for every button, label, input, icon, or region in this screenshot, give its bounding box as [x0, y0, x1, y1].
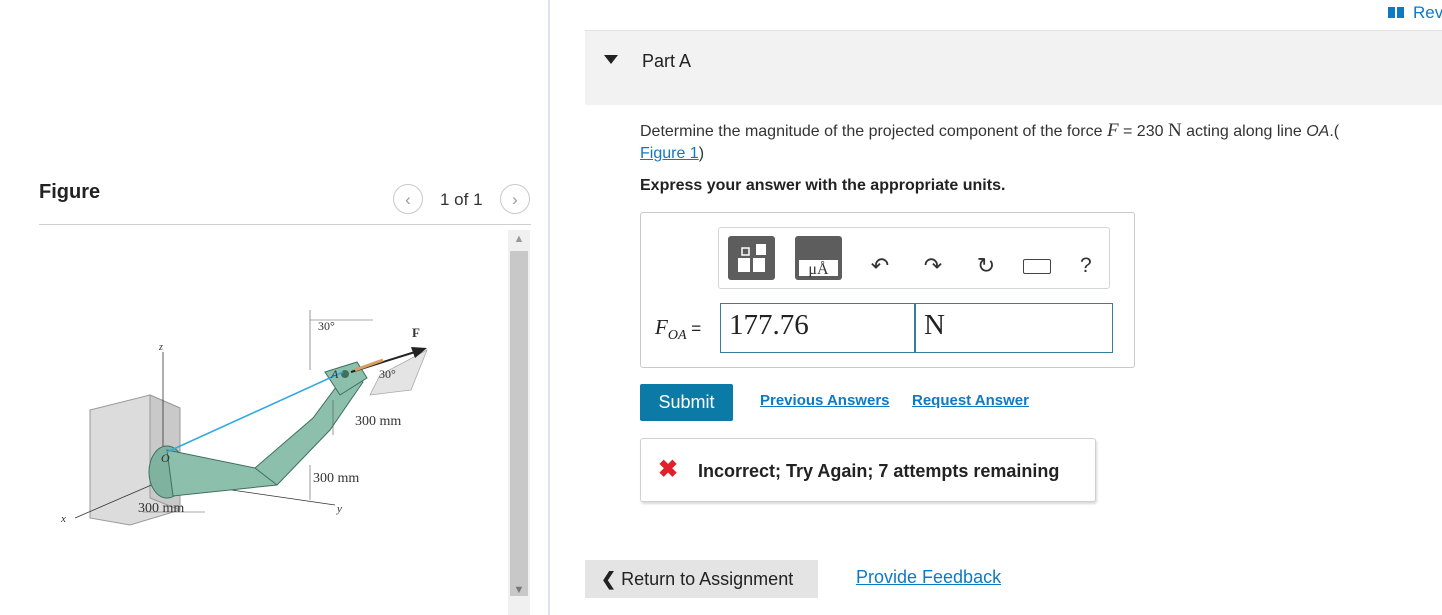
scroll-thumb[interactable] [510, 251, 528, 596]
units-button[interactable]: μÅ [795, 236, 842, 280]
angle-top-label: 30° [318, 319, 335, 333]
previous-answers-link[interactable]: Previous Answers [760, 392, 890, 409]
previous-figure-button[interactable]: ‹ [393, 184, 423, 214]
submit-button[interactable]: Submit [640, 384, 733, 421]
figure-scrollbar[interactable]: ▲ ▼ [508, 230, 530, 615]
figure-diagram: 30° 30° F 300 mm 300 mm 300 mm z x y A O [60, 310, 428, 526]
help-button[interactable]: ? [1080, 254, 1092, 278]
panel-divider [548, 0, 550, 615]
question-text: Determine the magnitude of the projected… [640, 120, 1340, 162]
point-a-label: A [330, 367, 339, 381]
dim-middle-label: 300 mm [313, 471, 359, 486]
chevron-left-icon: ‹ [405, 190, 411, 209]
figure-counter: 1 of 1 [440, 190, 483, 209]
axis-z-label: z [158, 342, 163, 353]
scroll-down-arrow-icon[interactable]: ▼ [508, 580, 530, 600]
axis-x-label: x [60, 513, 66, 525]
part-header[interactable] [585, 30, 1442, 105]
part-title: Part A [642, 51, 692, 71]
redo-icon[interactable]: ↷ [918, 253, 948, 279]
templates-icon [738, 244, 766, 272]
point-o-label: O [161, 451, 170, 465]
chevron-right-icon: › [512, 190, 518, 209]
answer-value-input[interactable]: 177.76 [720, 303, 915, 353]
dim-base-label: 300 mm [138, 501, 184, 516]
figure-title: Figure [39, 181, 101, 203]
reset-icon[interactable]: ↻ [971, 253, 1001, 279]
next-figure-button[interactable]: › [500, 184, 530, 214]
units-icon: μÅ [808, 260, 829, 278]
undo-icon[interactable]: ↶ [865, 253, 895, 279]
collapse-caret-icon[interactable] [604, 55, 618, 64]
request-answer-link[interactable]: Request Answer [912, 392, 1029, 409]
point-a-hole [341, 370, 349, 378]
force-symbol: F [1106, 120, 1119, 141]
angle-side-label: 30° [379, 367, 396, 381]
answer-unit-input[interactable]: N [915, 303, 1113, 353]
force-label: F [412, 325, 420, 340]
feedback-message: Incorrect; Try Again; 7 attempts remaini… [698, 461, 1060, 481]
chevron-left-icon: ❮ [601, 569, 617, 589]
provide-feedback-link[interactable]: Provide Feedback [856, 567, 1001, 588]
figure-divider [39, 224, 531, 225]
keyboard-icon[interactable] [1023, 259, 1051, 274]
figure-link[interactable]: Figure 1 [640, 145, 699, 162]
return-to-assignment-button[interactable]: ❮ Return to Assignment [585, 560, 818, 598]
answer-variable-label: FOA = [655, 315, 702, 344]
math-toolbar [718, 227, 1110, 289]
templates-button[interactable] [728, 236, 775, 280]
review-label: Rev [1413, 3, 1442, 22]
book-icon [1388, 7, 1404, 18]
dim-vertical-label: 300 mm [355, 414, 401, 429]
instruction-text: Express your answer with the appropriate… [640, 177, 1006, 194]
x-icon: ✖ [658, 456, 679, 483]
axis-y-label: y [336, 503, 342, 515]
scroll-up-arrow-icon[interactable]: ▲ [508, 230, 530, 250]
